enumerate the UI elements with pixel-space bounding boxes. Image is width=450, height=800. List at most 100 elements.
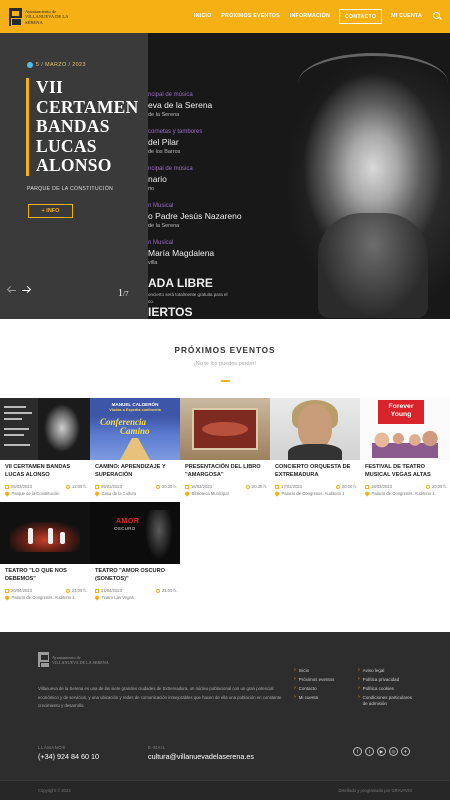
poster-line bbox=[148, 194, 258, 202]
event-title[interactable]: CONCIERTO ORQUESTA DE EXTREMADURA bbox=[275, 464, 357, 479]
event-card[interactable]: Forever Young FESTIVAL DE TEATRO MUSICAL V… bbox=[360, 398, 450, 510]
clock-icon bbox=[65, 588, 70, 593]
footer-link-contacto[interactable]: Contacto bbox=[294, 686, 350, 692]
event-title[interactable]: PRESENTACIÓN DEL LIBRO "AMARGOSA" bbox=[185, 464, 267, 479]
event-image[interactable]: AMOR OSCURO bbox=[90, 502, 180, 564]
facebook-icon[interactable]: f bbox=[353, 747, 362, 756]
email-address[interactable]: cultura@villanuevadelaserena.es bbox=[148, 752, 254, 761]
event-card[interactable]: MANUEL CALDERÓN Viudas a Expedia continen… bbox=[90, 398, 180, 510]
site-logo[interactable]: Ayuntamiento de VILLANUEVA DE LA SERENA bbox=[9, 7, 87, 27]
event-time: 20:30 h. bbox=[155, 484, 177, 489]
poster-line bbox=[148, 268, 258, 276]
calendar-icon bbox=[5, 484, 9, 489]
footer-phone: LLÁMANOS (+34) 924 84 60 10 bbox=[38, 745, 99, 761]
phone-number[interactable]: (+34) 924 84 60 10 bbox=[38, 752, 99, 761]
hero-date: 5 / MARZO / 2023 bbox=[27, 62, 86, 68]
clock-icon bbox=[245, 484, 250, 489]
main-nav: INICIO PRÓXIMOS EVENTOS INFORMACIÓN CONT… bbox=[189, 9, 442, 24]
poster-line: o Padre Jesús Nazareno bbox=[148, 211, 242, 221]
nav-mi-cuenta[interactable]: MI CUENTA bbox=[386, 9, 427, 24]
poster-line: eva de la Serena bbox=[148, 100, 213, 110]
slide-counter: 1/7 bbox=[118, 288, 129, 299]
calendar-icon bbox=[5, 588, 9, 593]
event-time: 20:00 h. bbox=[425, 484, 447, 489]
event-title[interactable]: CAMINO: APRENDIZAJE Y SUPERACIÓN bbox=[95, 464, 177, 479]
poster-line: María Magdalena bbox=[148, 248, 215, 258]
location-pin-icon bbox=[274, 491, 280, 496]
event-image[interactable]: Forever Young bbox=[360, 398, 450, 460]
footer-link-cookies[interactable]: Política cookies bbox=[358, 686, 414, 692]
location-pin-icon bbox=[4, 595, 10, 600]
hero-info-button[interactable]: + INFO bbox=[28, 204, 73, 218]
footer-email: E-MAIL cultura@villanuevadelaserena.es bbox=[148, 745, 254, 761]
nav-inicio[interactable]: INICIO bbox=[189, 9, 216, 24]
poster-line: cornetas y tambores bbox=[148, 129, 203, 135]
hero-info-panel bbox=[0, 33, 148, 319]
event-date: 20/04/2023 bbox=[5, 588, 32, 593]
clock-icon bbox=[155, 484, 160, 489]
footer-link-proximos-eventos[interactable]: Próximos eventos bbox=[294, 677, 350, 683]
hero-title: VII CERTAMEN BANDAS LUCAS ALONSO bbox=[36, 77, 139, 175]
event-card[interactable]: VII CERTAMEN BANDAS LUCAS ALONSO 05/03/20… bbox=[0, 398, 90, 510]
clock-icon bbox=[425, 484, 430, 489]
event-title[interactable]: FESTIVAL DE TEATRO MUSICAL VEGAS ALTAS bbox=[365, 464, 447, 479]
poster-line: n Musical bbox=[148, 203, 174, 209]
search-icon[interactable] bbox=[433, 12, 442, 21]
instagram-icon[interactable]: ◎ bbox=[389, 747, 398, 756]
event-date: 16/03/2023 bbox=[185, 484, 212, 489]
location-pin-icon bbox=[94, 491, 100, 496]
events-section-header: PRÓXIMOS EVENTOS ¡No te los puedes perde… bbox=[0, 345, 450, 367]
location-pin-icon bbox=[94, 595, 100, 600]
clock-icon bbox=[155, 588, 160, 593]
coat-of-arms-icon bbox=[9, 8, 22, 26]
youtube-icon[interactable]: ▶ bbox=[377, 747, 386, 756]
nav-contacto-button[interactable]: CONTACTO bbox=[339, 9, 383, 24]
twitter-icon[interactable]: t bbox=[365, 747, 374, 756]
footer-logo[interactable]: Ayuntamiento de VILLANUEVA DE LA SERENA bbox=[38, 652, 109, 670]
title-underline bbox=[221, 380, 230, 382]
poster-line bbox=[148, 120, 258, 128]
event-image[interactable] bbox=[0, 398, 90, 460]
poster-line: del Pilar bbox=[148, 137, 179, 147]
event-card[interactable]: PRESENTACIÓN DEL LIBRO "AMARGOSA" 16/03/2… bbox=[180, 398, 270, 510]
location-pin-icon bbox=[364, 491, 370, 496]
poster-line: de los Barros bbox=[148, 149, 181, 155]
event-card[interactable]: AMOR OSCURO TEATRO "AMOR OSCURO (SONETOS)"… bbox=[90, 502, 180, 614]
calendar-icon bbox=[365, 484, 369, 489]
event-time: 21:00 h. bbox=[155, 588, 177, 593]
slider-prev-arrow-icon[interactable] bbox=[6, 285, 17, 294]
footer-links-legal: Aviso legal Política privacidad Política… bbox=[358, 668, 414, 710]
poster-line bbox=[148, 157, 258, 165]
coat-of-arms-icon bbox=[38, 652, 51, 670]
social-links: f t ▶ ◎ ✈ bbox=[353, 747, 410, 756]
event-date: 18/03/2023 bbox=[365, 484, 392, 489]
poster-line: n Musical bbox=[148, 240, 174, 246]
telegram-icon[interactable]: ✈ bbox=[401, 747, 410, 756]
event-image[interactable] bbox=[270, 398, 360, 460]
footer-link-condiciones[interactable]: Condiciones particulares de admisión bbox=[358, 695, 414, 706]
event-image[interactable] bbox=[180, 398, 270, 460]
poster-line: nario bbox=[148, 174, 167, 184]
footer-link-mi-cuenta[interactable]: Mi cuenta bbox=[294, 695, 350, 701]
event-card[interactable]: TEATRO "LO QUE NOS DEBEMOS" 20/04/2023 21:… bbox=[0, 502, 90, 614]
event-title[interactable]: TEATRO "AMOR OSCURO (SONETOS)" bbox=[95, 568, 177, 583]
slider-next-arrow-icon[interactable] bbox=[21, 285, 32, 294]
nav-informacion[interactable]: INFORMACIÓN bbox=[285, 9, 335, 24]
poster-line: de la Serena bbox=[148, 112, 180, 118]
footer-link-aviso-legal[interactable]: Aviso legal bbox=[358, 668, 414, 674]
event-time: 12:00 h. bbox=[65, 484, 87, 489]
event-date: 09/03/2023 bbox=[95, 484, 122, 489]
event-image[interactable]: MANUEL CALDERÓN Viudas a Expedia continen… bbox=[90, 398, 180, 460]
event-place: Parque de la Constitución bbox=[4, 491, 59, 496]
location-pin-icon bbox=[184, 491, 190, 496]
event-title[interactable]: TEATRO "LO QUE NOS DEBEMOS" bbox=[5, 568, 87, 583]
nav-proximos-eventos[interactable]: PRÓXIMOS EVENTOS bbox=[216, 9, 284, 24]
event-card[interactable]: CONCIERTO ORQUESTA DE EXTREMADURA 17/03/2… bbox=[270, 398, 360, 510]
footer-link-inicio[interactable]: Inicio bbox=[294, 668, 350, 674]
event-title[interactable]: VII CERTAMEN BANDAS LUCAS ALONSO bbox=[5, 464, 87, 479]
footer: Ayuntamiento de VILLANUEVA DE LA SERENA … bbox=[0, 632, 450, 780]
event-place: Teatro Las Vegas bbox=[94, 595, 134, 600]
event-place: Casa de la Cultura bbox=[94, 491, 136, 496]
event-image[interactable] bbox=[0, 502, 90, 564]
footer-link-privacidad[interactable]: Política privacidad bbox=[358, 677, 414, 683]
